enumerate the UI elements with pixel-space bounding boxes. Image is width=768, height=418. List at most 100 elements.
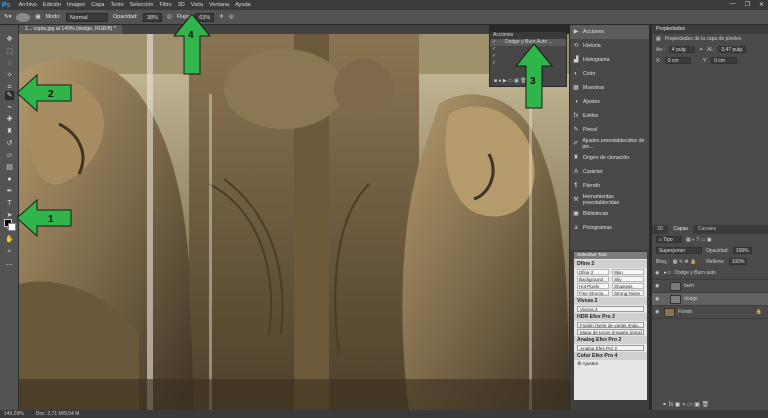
menu-ayuda[interactable]: Ayuda (235, 2, 251, 8)
panel-item-pictogramas[interactable]: a Pictogramas (570, 221, 649, 235)
layer-row[interactable]: ◉ ▸▭ Dodge y Burn auto (652, 267, 768, 280)
dfine-button[interactable]: Background (577, 276, 609, 282)
stamp-tool-icon[interactable]: ♜ (5, 127, 14, 136)
menu-capa[interactable]: Capa (91, 2, 104, 8)
hdr-fusion-button[interactable]: Fusión (serie de varias imág... (577, 322, 644, 328)
menu-ventana[interactable]: Ventana (209, 2, 229, 8)
hdr-tonemap-button[interactable]: Mapa de tonos (imagen única) (577, 329, 644, 335)
minimize-button[interactable]: — (730, 1, 736, 8)
dfine-button[interactable]: Fine Structu... (577, 290, 609, 296)
dfine-button[interactable]: Sky (612, 276, 644, 282)
dfine-button[interactable]: Hot Pixels (577, 283, 609, 289)
tab-canales[interactable]: Canales (693, 225, 721, 234)
panel-item-pincel[interactable]: ✎ Pincel (570, 123, 649, 137)
opacity-input[interactable]: 38% (142, 12, 162, 22)
layer-kind-select[interactable]: ⌕ Tipo (656, 236, 682, 243)
fill-input[interactable]: 100% (728, 258, 748, 265)
action-check[interactable]: ✓ (492, 60, 496, 67)
brush-tool-active-icon[interactable]: ✎ (5, 91, 14, 100)
tab-3d[interactable]: 3D (652, 225, 668, 234)
gradient-tool-icon[interactable]: ▤ (5, 163, 14, 172)
panel-item-ajustes-pincel[interactable]: ✐ Ajustes preestablecidos de pin... (570, 137, 649, 151)
image-canvas[interactable] (19, 34, 569, 410)
close-button[interactable]: ✕ (759, 1, 764, 8)
hand-tool-icon[interactable]: ✋ (5, 235, 14, 244)
background-color-swatch[interactable] (8, 223, 16, 231)
layer-row[interactable]: ◉ Fondo 🔒 (652, 306, 768, 319)
move-tool-icon[interactable]: ✥ (5, 35, 14, 44)
menu-archivo[interactable]: Archivo (19, 2, 37, 8)
panel-item-historia[interactable]: ⟲ Historia (570, 39, 649, 53)
layer-row[interactable]: ◉ dodge (652, 293, 768, 306)
panel-item-origen-clonacion[interactable]: ♜ Origen de clonación (570, 151, 649, 165)
healing-tool-icon[interactable]: ✚ (5, 115, 14, 124)
airbrush-icon[interactable]: ✈ (219, 14, 224, 20)
action-check[interactable]: ✓ (492, 53, 496, 60)
panel-item-ajustes[interactable]: ◑ Ajustes (570, 95, 649, 109)
nik-section-color-efex[interactable]: Color Efex Pro 4 (574, 352, 647, 360)
blend-mode-select[interactable]: Superponer (656, 247, 702, 254)
panel-item-herramientas[interactable]: ⚒ Herramientas preestablecidas (570, 193, 649, 207)
document-tab[interactable]: 1... copia.jpg al 149% (dodge, RGB/8) * (19, 25, 122, 34)
width-input[interactable]: 4 pulg. (668, 46, 695, 53)
eye-icon[interactable]: ◉ (655, 270, 661, 276)
panel-item-caracter[interactable]: A Carácter (570, 165, 649, 179)
action-check[interactable]: ✓ (492, 39, 496, 46)
panel-item-histograma[interactable]: ▟ Histograma (570, 53, 649, 67)
panel-item-muestras[interactable]: ▦ Muestras (570, 81, 649, 95)
tab-capas[interactable]: Capas (668, 225, 693, 234)
panel-item-estilos[interactable]: fx Estilos (570, 109, 649, 123)
menu-edicion[interactable]: Edición (43, 2, 61, 8)
dodge-tool-icon[interactable]: ● (5, 175, 14, 184)
nik-section-viveza[interactable]: Viveza 2 (574, 297, 647, 305)
menu-3d[interactable]: 3D (178, 2, 185, 8)
lasso-tool-icon[interactable]: ◌ (5, 59, 14, 68)
nik-settings-link[interactable]: ⚙ Ajustes (574, 360, 647, 369)
dfine-button[interactable]: Skin (612, 269, 644, 275)
quick-select-tool-icon[interactable]: ✧ (5, 71, 14, 80)
nik-section-hdr[interactable]: HDR Efex Pro 2 (574, 313, 647, 321)
panel-item-parrafo[interactable]: ¶ Párrafo (570, 179, 649, 193)
panel-item-color[interactable]: ◐ Color (570, 67, 649, 81)
lock-icons[interactable]: ▦ ✎ ✥ 🔒 (673, 259, 697, 265)
eye-icon[interactable]: ◉ (655, 296, 661, 302)
brush-size-picker[interactable] (16, 12, 31, 22)
filter-icons[interactable]: ▦ ◐ T ▭ ▣ (686, 237, 712, 243)
dfine-button[interactable]: Dfine 2 (577, 269, 609, 275)
mode-select[interactable]: Normal (65, 12, 108, 22)
history-brush-icon[interactable]: ↺ (5, 139, 14, 148)
eyedropper-tool-icon[interactable]: ⌁ (5, 103, 14, 112)
eye-icon[interactable]: ◉ (655, 309, 661, 315)
layers-footer-toolbar[interactable]: ⚭ fx ◼ ◑ ▭ ▣ 🗑 (662, 401, 709, 408)
marquee-tool-icon[interactable]: ⬚ (5, 47, 14, 56)
more-tools-icon[interactable]: ⋯ (5, 261, 14, 270)
menu-vista[interactable]: Vista (191, 2, 203, 8)
menu-filtro[interactable]: Filtro (159, 2, 171, 8)
brush-panel-icon[interactable]: ▦ (35, 14, 40, 20)
menu-texto[interactable]: Texto (110, 2, 123, 8)
type-tool-icon[interactable]: T (5, 199, 14, 208)
nik-section-dfine[interactable]: Dfine 2 (574, 260, 647, 268)
zoom-readout[interactable]: 149,29% (4, 411, 24, 417)
maximize-button[interactable]: ❐ (745, 1, 750, 8)
nik-section-analog[interactable]: Analog Efex Pro 2 (574, 336, 647, 344)
layer-opacity-input[interactable]: 100% (732, 247, 752, 254)
dfine-button[interactable]: Strong Noise (612, 290, 644, 296)
layer-row[interactable]: ◉ burn (652, 280, 768, 293)
menu-seleccion[interactable]: Selección (130, 2, 154, 8)
height-input[interactable]: 3,47 pulg. (718, 46, 747, 53)
x-input[interactable]: 0 cm (664, 57, 691, 64)
panel-item-acciones[interactable]: ▶ Acciones (570, 25, 649, 39)
panel-item-bibliotecas[interactable]: ▣ Bibliotecas (570, 207, 649, 221)
menu-imagen[interactable]: Imagen (67, 2, 85, 8)
dfine-button[interactable]: Shadows (612, 283, 644, 289)
zoom-tool-icon[interactable]: ⌕ (5, 247, 14, 256)
analog-button[interactable]: Analog Efex Pro 2 (577, 345, 644, 351)
viveza-button[interactable]: Viveza 2 (577, 306, 644, 312)
action-check[interactable]: ✓ (492, 46, 496, 53)
eraser-tool-icon[interactable]: ▱ (5, 151, 14, 160)
eye-icon[interactable]: ◉ (655, 283, 661, 289)
link-icon[interactable]: ⚭ (699, 47, 703, 53)
y-input[interactable]: 0 cm (711, 57, 738, 64)
pen-tool-icon[interactable]: ✒ (5, 187, 14, 196)
